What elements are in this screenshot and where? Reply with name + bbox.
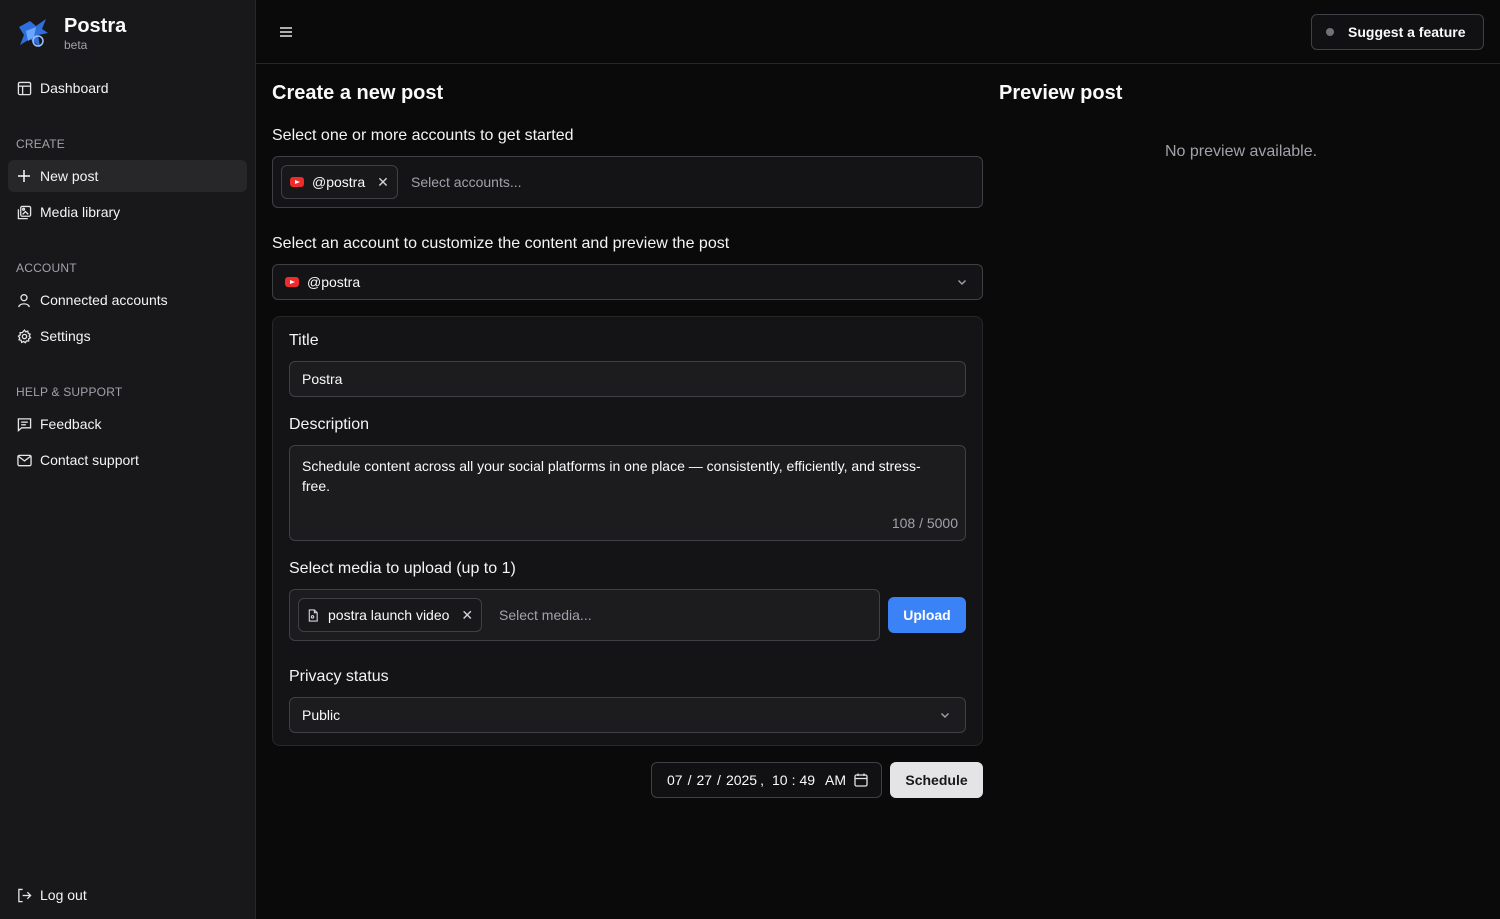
suggest-feature-button[interactable]: Suggest a feature: [1311, 14, 1484, 50]
accounts-placeholder: Select accounts...: [411, 174, 522, 190]
time-ampm[interactable]: AM: [825, 772, 846, 788]
dot-icon: [1326, 28, 1334, 36]
character-count: 108 / 5000: [891, 515, 958, 531]
account-chip: @postra ✕: [281, 165, 398, 199]
sidebar-item-dashboard[interactable]: Dashboard: [8, 72, 247, 104]
postra-logo-icon: [19, 19, 48, 47]
sidebar-item-label: Settings: [40, 328, 91, 344]
sidebar-item-feedback[interactable]: Feedback: [8, 408, 247, 440]
youtube-icon: [290, 177, 304, 187]
logout-label: Log out: [40, 887, 87, 903]
sidebar-item-settings[interactable]: Settings: [8, 320, 247, 352]
mail-icon: [16, 452, 32, 468]
privacy-label: Privacy status: [289, 668, 389, 685]
image-gallery-icon: [16, 204, 32, 220]
plus-icon: [16, 168, 32, 184]
title-value: Postra: [302, 371, 343, 387]
preview-empty-state: No preview available.: [1165, 143, 1318, 160]
sidebar-item-contact-support[interactable]: Contact support: [8, 444, 247, 476]
media-chip: postra launch video ✕: [298, 598, 483, 632]
customize-label: Select an account to customize the conte…: [272, 235, 730, 252]
hamburger-icon: [280, 27, 292, 37]
description-value: Schedule content across all your social …: [302, 458, 921, 494]
file-icon: [308, 608, 318, 622]
brand-tag: beta: [64, 38, 88, 52]
sidebar-item-new-post[interactable]: New post: [8, 160, 247, 192]
calendar-icon[interactable]: [854, 773, 868, 787]
brand[interactable]: Postra beta: [16, 12, 126, 56]
accounts-label: Select one or more accounts to get start…: [272, 127, 574, 144]
gear-icon: [16, 328, 32, 344]
top-bar: Suggest a feature: [256, 0, 1500, 64]
logout-icon: [16, 887, 32, 903]
title-input[interactable]: Postra: [289, 361, 966, 397]
menu-toggle-button[interactable]: [276, 22, 296, 42]
sidebar-item-label: New post: [40, 168, 99, 184]
sidebar-section-create: CREATE: [16, 137, 65, 151]
sidebar-section-help: HELP & SUPPORT: [16, 385, 123, 399]
sidebar-item-label: Connected accounts: [40, 292, 168, 308]
date-day[interactable]: 27: [696, 772, 712, 788]
media-chip-label: postra launch video: [328, 607, 450, 623]
sidebar-item-label: Feedback: [40, 416, 102, 432]
upload-button[interactable]: Upload: [888, 597, 966, 633]
media-label: Select media to upload (up to 1): [289, 560, 516, 577]
media-placeholder: Select media...: [499, 607, 592, 623]
sidebar-item-label: Contact support: [40, 452, 139, 468]
privacy-select[interactable]: Public: [289, 697, 966, 733]
description-label: Description: [289, 416, 370, 433]
remove-account-icon[interactable]: ✕: [377, 174, 389, 191]
sidebar-item-label: Media library: [40, 204, 121, 220]
dashboard-icon: [16, 80, 32, 96]
sidebar-item-label: Dashboard: [40, 80, 109, 96]
account-chip-label: @postra: [312, 174, 366, 190]
sidebar-item-media-library[interactable]: Media library: [8, 196, 247, 228]
sidebar: Postra beta Dashboard CREATE New post Me…: [0, 0, 256, 919]
title-label: Title: [289, 332, 319, 349]
user-icon: [16, 292, 32, 308]
chevron-down-icon: [958, 280, 966, 285]
time-hour[interactable]: 10: [772, 772, 788, 788]
description-textarea[interactable]: Schedule content across all your social …: [289, 445, 966, 541]
time-minute[interactable]: 49: [799, 772, 815, 788]
schedule-datetime-input[interactable]: 07 / 27 / 2025 , 10 : 49 AM: [651, 762, 882, 798]
privacy-value: Public: [302, 707, 341, 723]
date-month[interactable]: 07: [667, 772, 683, 788]
customize-account-select[interactable]: @postra: [272, 264, 983, 300]
create-post-heading: Create a new post: [272, 82, 444, 104]
chevron-down-icon: [941, 713, 949, 718]
preview-heading: Preview post: [999, 82, 1123, 104]
brand-name: Postra: [64, 15, 127, 37]
suggest-feature-label: Suggest a feature: [1348, 24, 1466, 40]
customize-account-value: @postra: [307, 274, 361, 290]
sidebar-item-connected-accounts[interactable]: Connected accounts: [8, 284, 247, 316]
youtube-icon: [285, 277, 299, 287]
schedule-button[interactable]: Schedule: [890, 762, 983, 798]
message-square-icon: [16, 416, 32, 432]
logout-button[interactable]: Log out: [8, 879, 247, 911]
sidebar-section-account: ACCOUNT: [16, 261, 77, 275]
date-year[interactable]: 2025: [726, 772, 757, 788]
remove-media-icon[interactable]: ✕: [461, 607, 473, 624]
